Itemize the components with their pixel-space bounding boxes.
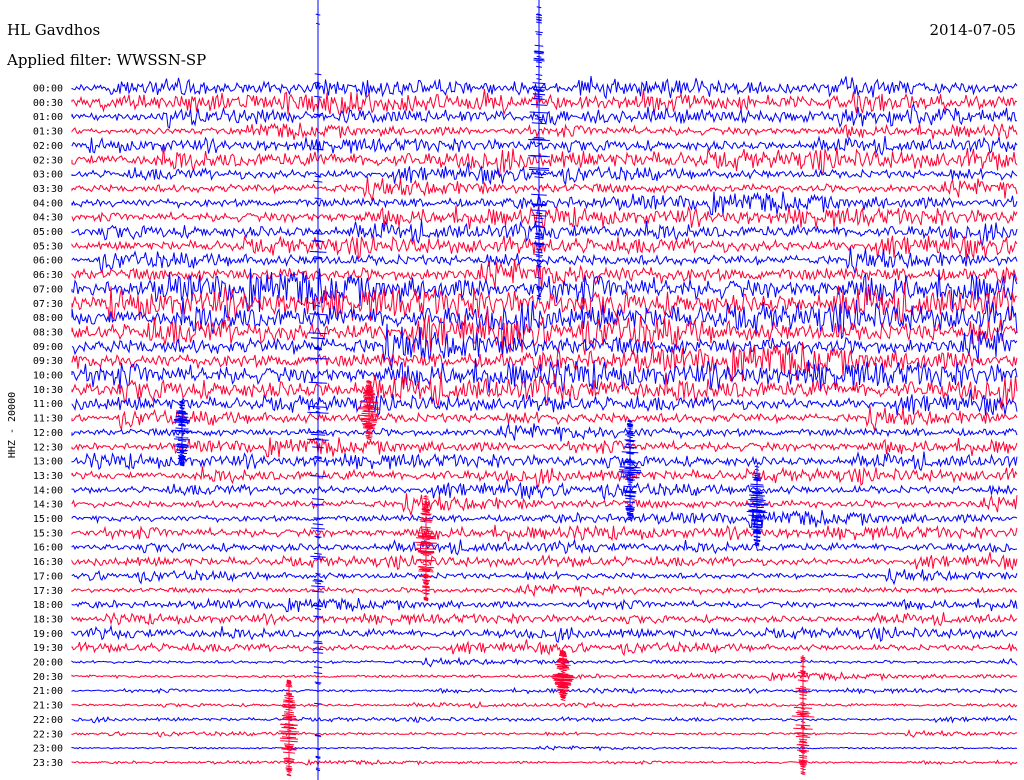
tick-label: 10:00 — [33, 371, 63, 382]
tick-label: 04:00 — [33, 198, 63, 209]
tick-label: 23:00 — [33, 744, 63, 755]
trace-line — [71, 88, 1018, 117]
tick-label: 18:30 — [33, 614, 63, 625]
tick-label: 12:30 — [33, 442, 63, 453]
tick-label: 13:00 — [33, 457, 63, 468]
tick-label: 07:00 — [33, 284, 63, 295]
tick-label: 06:00 — [33, 256, 63, 267]
trace-line — [71, 639, 1018, 657]
tick-label: 17:00 — [33, 571, 63, 582]
tick-label: 17:30 — [33, 586, 63, 597]
tick-label: 09:00 — [33, 342, 63, 353]
trace-line — [71, 466, 1018, 488]
trace-line — [71, 135, 1018, 156]
trace-line — [71, 538, 1018, 556]
tick-label: 16:00 — [33, 543, 63, 554]
trace-line — [71, 122, 1018, 140]
time-tick-labels: 00:00 00:30 01:00 01:30 02:00 02:30 03:00 03:30… — [33, 84, 63, 769]
trace-line — [71, 758, 1018, 767]
trace-line — [71, 205, 1018, 230]
y-axis-label: HHZ - 20000 — [7, 392, 18, 458]
event-spike — [528, 0, 550, 300]
tick-label: 11:00 — [33, 399, 63, 410]
trace-line — [71, 671, 1018, 682]
trace-line — [71, 102, 1017, 129]
trace-line — [71, 583, 1018, 598]
trace-line — [71, 437, 1018, 458]
trace-line — [71, 389, 1018, 417]
tick-label: 20:30 — [33, 672, 63, 683]
tick-label: 11:30 — [33, 414, 63, 425]
tick-label: 01:30 — [33, 127, 63, 138]
tick-label: 06:30 — [33, 270, 63, 281]
tick-label: 15:30 — [33, 528, 63, 539]
seismic-traces — [71, 76, 1018, 767]
tick-label: 04:30 — [33, 213, 63, 224]
tick-label: 08:30 — [33, 327, 63, 338]
trace-line — [71, 611, 1018, 627]
trace-line — [71, 597, 1018, 613]
tick-label: 02:30 — [33, 155, 63, 166]
tick-label: 05:30 — [33, 241, 63, 252]
tick-label: 14:30 — [33, 500, 63, 511]
tick-label: 08:00 — [33, 313, 63, 324]
trace-line — [71, 493, 1018, 516]
trace-line — [71, 686, 1018, 695]
event-spike — [551, 650, 575, 701]
tick-label: 18:00 — [33, 600, 63, 611]
trace-line — [71, 524, 1018, 542]
trace-line — [71, 744, 1018, 752]
tick-label: 01:00 — [33, 112, 63, 123]
tick-label: 09:30 — [33, 356, 63, 367]
trace-line — [71, 510, 1018, 529]
event-spike — [791, 655, 815, 775]
trace-line — [71, 451, 1018, 472]
tick-label: 00:00 — [33, 84, 63, 95]
trace-line — [71, 728, 1018, 738]
trace-line — [71, 656, 1018, 668]
tick-label: 05:00 — [33, 227, 63, 238]
trace-line — [71, 568, 1018, 586]
trace-line — [71, 479, 1018, 501]
tick-label: 12:00 — [33, 428, 63, 439]
tick-label: 02:00 — [33, 141, 63, 152]
tick-label: 07:30 — [33, 299, 63, 310]
trace-line — [71, 700, 1018, 709]
tick-label: 15:00 — [33, 514, 63, 525]
tick-label: 03:00 — [33, 170, 63, 181]
trace-line — [71, 406, 1018, 431]
tick-label: 14:00 — [33, 485, 63, 496]
tick-label: 00:30 — [33, 98, 63, 109]
trace-line — [71, 552, 1018, 571]
tick-label: 21:00 — [33, 686, 63, 697]
tick-label: 16:30 — [33, 557, 63, 568]
tick-label: 13:30 — [33, 471, 63, 482]
tick-label: 19:30 — [33, 643, 63, 654]
tick-label: 03:30 — [33, 184, 63, 195]
tick-label: 23:30 — [33, 758, 63, 769]
trace-line — [71, 176, 1018, 202]
tick-label: 22:00 — [33, 715, 63, 726]
trace-line — [71, 624, 1018, 644]
tick-label: 21:30 — [33, 701, 63, 712]
tick-label: 19:00 — [33, 629, 63, 640]
helicorder-plot: 00:00 00:30 01:00 01:30 02:00 02:30 03:00 03:30… — [7, 0, 1018, 780]
tick-label: 10:30 — [33, 385, 63, 396]
tick-label: 22:30 — [33, 729, 63, 740]
trace-line — [71, 162, 1018, 187]
trace-line — [71, 714, 1018, 724]
tick-label: 20:00 — [33, 658, 63, 669]
